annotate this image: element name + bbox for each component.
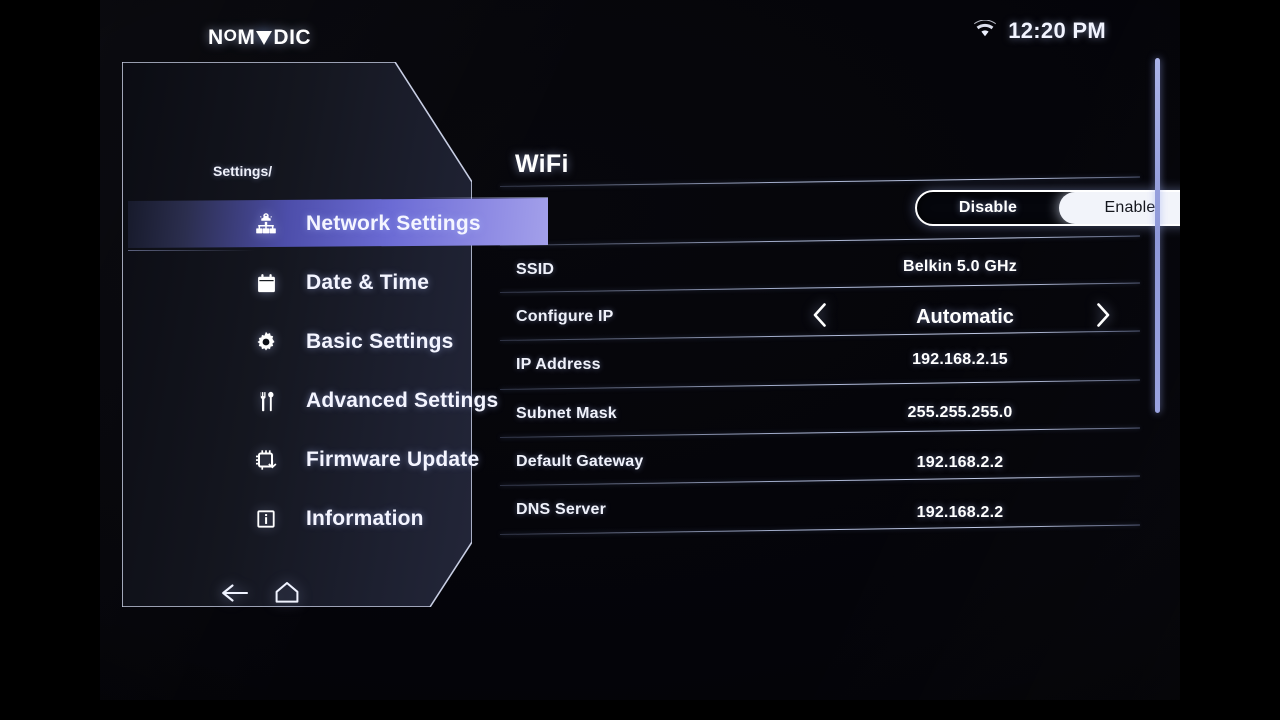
wifi-icon [974,19,997,42]
projected-screen: 12:20 PM N O M DIC Settings/ Network Set… [100,0,1180,700]
tools-icon [253,388,279,414]
row-configure-ip[interactable]: Configure IP Automatic [500,293,1140,341]
logo-letters-dic: DIC [273,26,312,49]
main-panel: WiFi Disable Enable SSID Belkin 5.0 GHz … [499,140,1180,560]
arrow-left-icon [220,581,250,610]
row-subnet-mask[interactable]: Subnet Mask 255.255.255.0 [500,390,1140,438]
sidebar-item-basic-settings[interactable]: Basic Settings [208,318,548,366]
back-button[interactable] [218,578,252,612]
stepper-next-button[interactable] [1088,302,1118,332]
row-value: 192.168.2.2 [916,454,1004,471]
stepper-previous-button[interactable] [805,302,835,332]
row-value: 192.168.2.15 [912,351,1008,368]
breadcrumb: Settings/ [213,163,273,179]
sidebar-item-information[interactable]: Information [208,495,548,543]
row-value: 255.255.255.0 [907,404,1013,421]
sidebar-item-label: Information [306,507,424,530]
toggle-option-enable[interactable]: Enable [1059,192,1180,224]
divider [499,176,1140,187]
sidebar-item-date-time[interactable]: Date & Time [208,259,548,307]
sidebar-item-label: Basic Settings [306,330,454,353]
triangle-a-glyph-icon [256,31,273,45]
bottom-nav [218,578,304,612]
info-icon [253,506,279,532]
page-title: WiFi [515,150,569,178]
sidebar-item-label: Date & Time [306,271,430,294]
sidebar-item-network-settings[interactable]: Network Settings [208,200,548,248]
logo-letter-o: O [223,26,238,45]
chevron-right-icon [1094,302,1112,333]
sidebar-item-label: Firmware Update [306,448,480,471]
row-default-gateway[interactable]: Default Gateway 192.168.2.2 [500,438,1140,486]
row-value: Automatic [916,305,1014,328]
sidebar-item-label: Advanced Settings [306,389,499,412]
logo-letter-m: M [237,26,256,49]
row-value: Belkin 5.0 GHz [903,258,1017,275]
sidebar-menu: Network Settings Date & Time Basic Setti… [208,200,548,554]
home-icon [274,580,300,610]
divider [499,235,1140,246]
clock-label: 12:20 PM [1008,18,1106,43]
wifi-enable-toggle[interactable]: Disable Enable [915,190,1180,226]
network-icon [253,211,279,237]
sidebar-item-advanced-settings[interactable]: Advanced Settings [208,377,548,425]
sidebar-item-firmware-update[interactable]: Firmware Update [208,436,548,484]
toggle-option-disable[interactable]: Disable [917,192,1059,224]
status-bar: 12:20 PM [974,18,1106,44]
gear-icon [253,329,279,355]
chevron-left-icon [811,302,829,333]
sidebar-item-label: Network Settings [306,212,481,235]
scrollbar-track[interactable] [1155,58,1160,413]
row-value: 192.168.2.2 [916,504,1004,521]
scrollbar-thumb[interactable] [1155,58,1160,413]
calendar-icon [253,270,279,296]
brand-logo: N O M DIC [208,26,311,50]
logo-letter-n: N [208,26,224,49]
chip-download-icon [253,447,279,473]
home-button[interactable] [270,578,304,612]
